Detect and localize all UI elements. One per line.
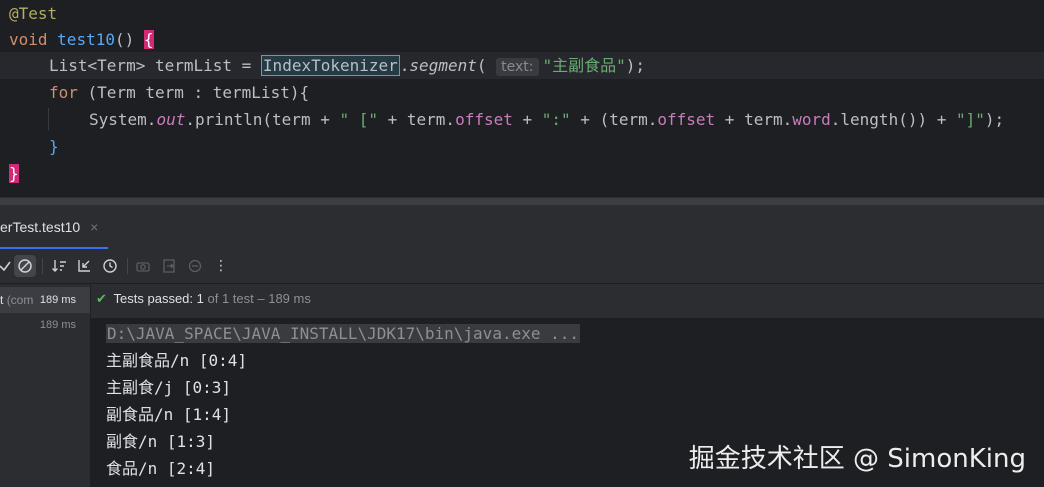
code-line-segment[interactable]: List<Term> termList = IndexTokenizer .seg… (0, 52, 1044, 79)
keyword-for: for (49, 83, 78, 102)
keyword-void: void (9, 30, 48, 49)
console-line: 主副食品/n [0:4] (106, 351, 248, 370)
code-line-inner-close[interactable]: } (0, 133, 1044, 160)
run-tab-label: erTest.test10 (0, 219, 81, 235)
field-word: word (792, 110, 831, 129)
pass-check-icon: ✔ (96, 292, 107, 307)
test-tree: t (com 189 ms 189 ms (0, 284, 91, 487)
segment-string-arg: "主副食品" (542, 56, 626, 75)
tests-total-text: of 1 test – 189 ms (207, 291, 311, 306)
test-status-bar: ✔ Tests passed: 1 of 1 test – 189 ms (91, 284, 1044, 318)
import-icon[interactable] (184, 255, 206, 277)
run-toolbar: ⋮ (0, 249, 1044, 284)
open-paren: ( (476, 56, 487, 75)
code-fragment: System. (89, 110, 157, 129)
code-line-annotation[interactable]: @Test (0, 0, 1044, 27)
code-fragment: .println(term + (185, 110, 340, 129)
field-offset: offset (455, 110, 513, 129)
selected-class-name[interactable]: IndexTokenizer (260, 55, 400, 76)
code-line-for[interactable]: for (Term term : termList){ (0, 79, 1044, 106)
dot: . (399, 56, 410, 75)
field-offset: offset (657, 110, 716, 129)
close-brace-highlight: } (9, 164, 19, 183)
code-fragment: + (term. (570, 110, 658, 129)
console-line: 食品/n [2:4] (106, 459, 216, 478)
for-header: (Term term : termList){ (77, 83, 310, 102)
watermark: 掘金技术社区 @ SimonKing (688, 444, 1026, 474)
sort-icon[interactable] (48, 255, 70, 277)
field-out: out (156, 110, 186, 129)
inner-close-brace: } (49, 137, 59, 156)
string-literal: " [" (339, 110, 378, 129)
method-name: test10 (57, 30, 115, 49)
console-line: 主副食/j [0:3] (106, 378, 232, 397)
toolbar-separator (127, 258, 128, 274)
code-fragment: + (512, 110, 542, 129)
stop-circle-icon[interactable] (14, 255, 36, 277)
tree-item-test-class[interactable]: t (com 189 ms (0, 287, 90, 313)
segment-method: segment (409, 56, 477, 75)
tests-passed-label: Tests passed: (113, 291, 194, 306)
more-icon[interactable]: ⋮ (210, 255, 232, 277)
console-command-line[interactable]: D:\JAVA_SPACE\JAVA_INSTALL\JDK17\bin\jav… (106, 320, 581, 347)
code-fragment: .length()) + (830, 110, 956, 129)
run-tab[interactable]: erTest.test10 × (0, 205, 109, 249)
string-literal: "]" (956, 110, 985, 129)
string-literal: ":" (541, 110, 571, 129)
tree-item-time: 189 ms (39, 319, 76, 331)
code-line-method-signature[interactable]: void test10() { (0, 26, 1044, 53)
run-tab-bar: erTest.test10 × (0, 205, 1044, 250)
console-line: 副食品/n [1:4] (106, 405, 232, 424)
close-icon[interactable]: × (90, 219, 98, 235)
method-parens: () (114, 30, 135, 49)
code-fragment: + term. (715, 110, 793, 129)
code-fragment: + term. (378, 110, 456, 129)
open-brace-highlight: { (143, 30, 154, 49)
annotation-test: @Test (9, 4, 58, 23)
term-list-declaration: List<Term> termList = (49, 56, 261, 75)
tests-passed-count: 1 (196, 291, 204, 306)
code-fragment: ); (984, 110, 1005, 129)
camera-icon[interactable] (132, 255, 154, 277)
tree-item-label: t (0, 293, 4, 307)
code-editor[interactable]: @Test void test10() { List<Term> termLis… (0, 0, 1044, 197)
toolbar-separator (42, 258, 43, 274)
console-line: 副食/n [1:3] (106, 432, 216, 451)
tree-item-test-method[interactable]: 189 ms (0, 312, 90, 338)
close-paren: ); (625, 56, 646, 75)
code-line-outer-close[interactable]: } (0, 160, 1044, 187)
java-command[interactable]: D:\JAVA_SPACE\JAVA_INSTALL\JDK17\bin\jav… (106, 324, 581, 343)
tree-item-time: 189 ms (39, 294, 76, 306)
clock-icon[interactable] (99, 255, 121, 277)
tree-item-suffix: (com (6, 293, 34, 307)
collapse-icon[interactable] (73, 255, 95, 277)
code-line-println[interactable]: System.out.println(term + " [" + term.of… (0, 106, 1044, 133)
export-icon[interactable] (158, 255, 180, 277)
param-hint: text: (496, 58, 539, 76)
